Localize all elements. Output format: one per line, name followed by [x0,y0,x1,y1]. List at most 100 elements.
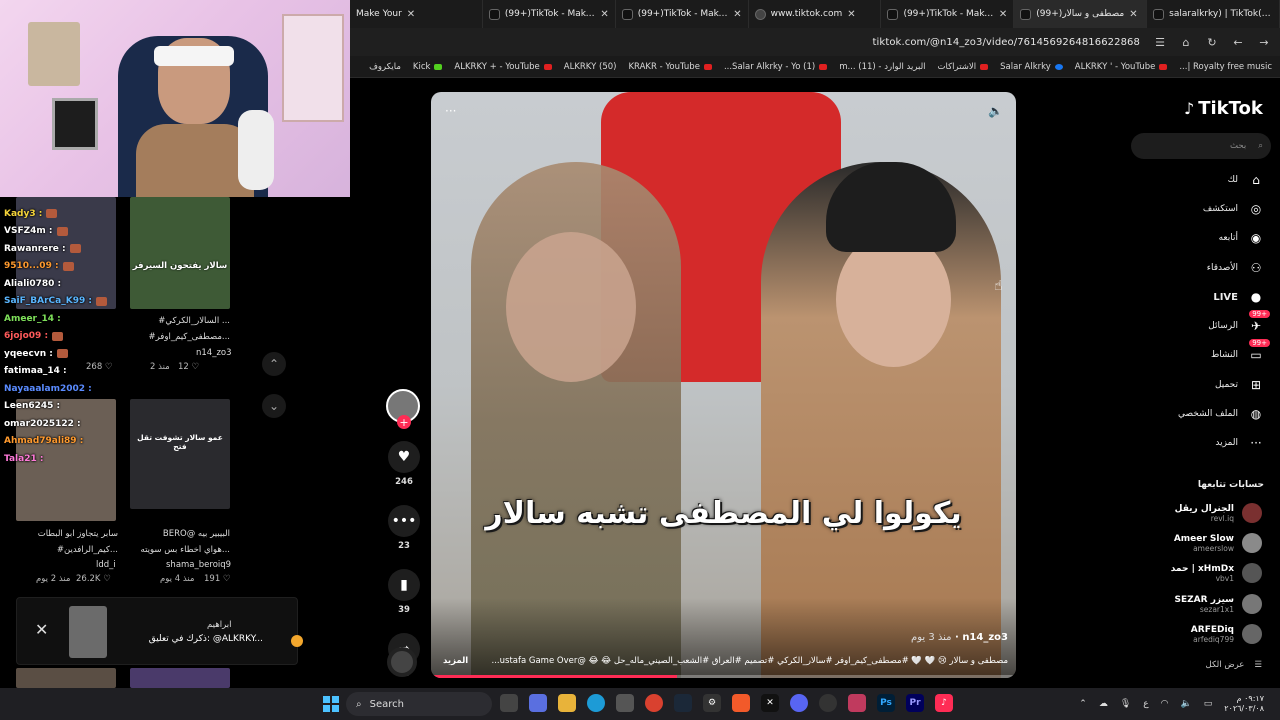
bookmark[interactable]: Royalty free music |... [1179,62,1272,72]
wifi-icon[interactable]: ◠ [1161,699,1169,709]
settings-icon[interactable]: ⚙ [703,694,721,712]
nav-item-live[interactable]: LIVE ● [1213,286,1264,308]
following-account[interactable]: الجنرال ريڤل revl.iq [1175,503,1262,523]
back-icon[interactable]: ← [1232,36,1244,49]
card-username[interactable]: ldd_i [96,560,116,570]
browser-tab[interactable]: (99+)TikTok - Make Your ✕ [483,0,616,28]
close-icon[interactable]: ✕ [600,9,608,20]
close-icon[interactable]: ✕ [407,9,415,20]
nav-item-following[interactable]: أتابعه ◉ [1219,227,1264,249]
video-card[interactable]: عمو سالار تشوفت تقل فتح [130,399,230,509]
bookmark[interactable]: الاشتراكات [938,62,989,72]
photoshop-icon[interactable]: Ps [877,694,895,712]
nav-item-activity[interactable]: النشاط ▭ 99+ [1211,339,1270,366]
premiere-icon[interactable]: Pr [906,694,924,712]
bookmark[interactable]: (50) ALKRKY [564,62,617,72]
more-options-icon[interactable]: ··· [445,104,456,118]
taskbar-search[interactable]: ⌕ Search [346,692,492,716]
chrome-icon[interactable] [645,694,663,712]
bookmark[interactable]: ALKRKY ' - YouTube [1075,62,1168,72]
tiktok-logo[interactable]: ♪ TikTok [1184,98,1263,119]
browser-tab[interactable]: www.tiktok.com ✕ [749,0,882,28]
close-icon[interactable]: ✕ [1129,9,1137,20]
browser-tab[interactable]: (99+)TikTok - Make Your ✕ [881,0,1015,28]
card-username[interactable]: shama_beroiq9 [166,560,231,570]
windows-start-icon[interactable] [323,696,339,712]
browser-tab[interactable]: Make Your ✕ [350,0,483,28]
snipping-icon[interactable] [848,694,866,712]
author-avatar[interactable]: + [386,389,420,429]
chat-message: 6jojo09 : [0,328,130,346]
bookmark[interactable]: (1) Salar Alkrky - Yo... [724,62,828,72]
url-field[interactable]: tiktok.com/@n14_zo3/video/76145692648166… [873,37,1140,48]
battery-icon[interactable]: ▭ [1204,699,1213,709]
forward-icon[interactable]: → [1258,36,1270,49]
discord-icon[interactable] [790,694,808,712]
nav-item-friends[interactable]: الأصدقاء ⚇ [1207,257,1264,279]
edge-icon[interactable] [587,694,605,712]
tiktok-app-icon[interactable]: ♪ [935,694,953,712]
video-card[interactable]: سالار يفتحون السيرفر [130,197,230,309]
previous-video-button[interactable]: ⌃ [262,352,286,376]
see-all-link[interactable]: عرض الكل ☰ [1206,660,1262,670]
steam-icon[interactable] [674,694,692,712]
bookmark[interactable]: البريد الوارد - m... (11) [839,62,925,72]
obs-icon[interactable] [819,694,837,712]
store-icon[interactable] [616,694,634,712]
video-card[interactable] [130,668,230,688]
search-input[interactable]: بحث ⌕ [1131,133,1271,159]
video-author[interactable]: منذ 3 يوم · n14_zo3 [911,632,1008,643]
notification-toast[interactable]: ✕ ابراهيم ذكرك في تعليق: @ALKRKY... [16,597,303,665]
next-video-button[interactable]: ⌄ [262,394,286,418]
brave-icon[interactable] [732,694,750,712]
cloud-icon[interactable]: ☁ [1099,699,1108,709]
copilot-icon[interactable] [529,694,547,712]
file-explorer-icon[interactable] [558,694,576,712]
bookmark-label: ALKRKY + - YouTube [454,61,540,72]
bookmark[interactable]: ALKRKY + - YouTube [454,61,552,72]
bookmark[interactable]: Kick [413,62,443,72]
reload-icon[interactable]: ↻ [1206,36,1218,49]
video-player[interactable]: يكولوا لي المصطفى تشبه سالار منذ 3 يوم ·… [431,92,1016,678]
following-account[interactable]: ARFEDiq arfediq799 [1191,624,1262,644]
close-icon[interactable]: ✕ [733,9,741,20]
home-icon[interactable]: ⌂ [1180,36,1192,49]
comment-button[interactable]: ••• 23 [386,505,422,551]
video-card[interactable] [16,668,116,688]
more-link[interactable]: المزيد [443,656,468,666]
nav-item-explore[interactable]: استكشف ◎ [1203,198,1264,220]
card-username[interactable]: n14_zo3 [196,348,232,358]
bookmark[interactable]: مايكروف [369,62,401,72]
video-progress-bar[interactable] [431,675,1016,678]
follow-plus-icon[interactable]: + [397,415,411,429]
close-icon[interactable]: ✕ [999,9,1007,20]
browser-tab[interactable]: (99+)TikTok - Make Your ✕ [616,0,749,28]
mic-icon[interactable]: 🎙 [1120,699,1131,709]
close-icon[interactable]: ✕ [847,9,855,20]
task-view-icon[interactable] [500,694,518,712]
bookmark[interactable]: Salar Alkrky [1000,62,1063,72]
following-account[interactable]: Ameer Slow ameerslow [1174,533,1262,553]
keyboard-language[interactable]: ع [1143,699,1148,709]
music-disc-icon[interactable] [387,647,417,677]
nav-item-upload[interactable]: تحميل ⊞ [1215,374,1264,396]
capcut-icon[interactable]: ✕ [761,694,779,712]
browser-tab-active[interactable]: (99+)مصطفى و سالار ✕ [1014,0,1148,28]
browser-tab[interactable]: salaralkrky) | TikTok(99+) [1147,0,1280,28]
chevron-up-icon[interactable]: ⌃ [1079,699,1087,709]
bookmark[interactable]: KRAKR - YouTube [628,62,712,72]
like-button[interactable]: ♥ 246 [386,441,422,487]
volume-icon[interactable]: 🔈 [988,104,1003,118]
comment-icon: ••• [388,505,420,537]
nav-item-profile[interactable]: الملف الشخصي ◍ [1178,403,1264,425]
nav-item-more[interactable]: المزيد ··· [1215,432,1264,454]
nav-item-foryou[interactable]: لك ⌂ [1228,169,1264,191]
following-account[interactable]: حمد | xHmDx vbv1 [1171,563,1262,583]
save-button[interactable]: ▮ 39 [386,569,422,615]
following-account[interactable]: SEZAR سيزر sezar1x1 [1175,594,1262,614]
volume-icon[interactable]: 🔈 [1181,699,1192,709]
close-icon[interactable]: ✕ [35,620,48,639]
tune-icon[interactable]: ☰ [1154,36,1166,49]
system-clock[interactable]: ٠٩:١٧ م ٢٠٢٦/٠٣/٠٨ [1224,694,1264,714]
nav-item-messages[interactable]: الرسائل ✈ 99+ [1208,310,1270,337]
